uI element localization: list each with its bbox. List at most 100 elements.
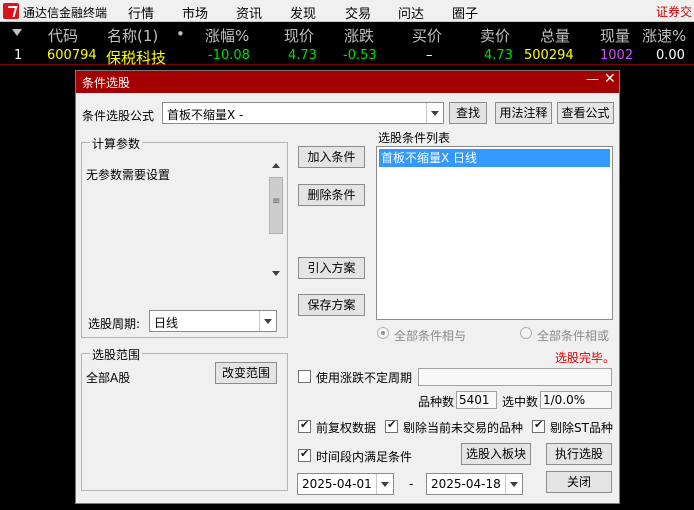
remove-st-label: 剔除ST品种 bbox=[550, 421, 613, 435]
chevron-down-icon[interactable] bbox=[426, 103, 443, 123]
menu-zixun[interactable]: 资讯 bbox=[236, 3, 262, 22]
chevron-down-icon[interactable] bbox=[259, 311, 276, 331]
date-to-value: 2025-04-18 bbox=[431, 477, 501, 491]
col-cur-volume[interactable]: 现量 bbox=[600, 25, 630, 46]
condition-list[interactable]: 首板不缩量X 日线 bbox=[376, 146, 613, 320]
period-select[interactable]: 日线 bbox=[149, 310, 277, 332]
use-period-label: 使用涨跌不定周期 bbox=[316, 371, 413, 385]
menu-shichang[interactable]: 市场 bbox=[182, 3, 208, 22]
radio-or[interactable] bbox=[520, 327, 532, 339]
formula-select[interactable]: 首板不缩量X - bbox=[162, 102, 444, 124]
app-logo-icon bbox=[3, 3, 19, 19]
execute-screening-button[interactable]: 执行选股 bbox=[546, 443, 612, 465]
params-text: 无参数需要设置 bbox=[86, 168, 171, 182]
condition-list-label: 选股条件列表 bbox=[378, 131, 451, 145]
menu-jiaoyi[interactable]: 交易 bbox=[345, 3, 371, 22]
menu-securities-trading[interactable]: 证券交 bbox=[656, 3, 692, 20]
radio-and[interactable] bbox=[377, 327, 389, 339]
view-formula-button[interactable]: 查看公式 bbox=[557, 102, 614, 124]
col-price[interactable]: 现价 bbox=[284, 25, 314, 46]
status-text: 选股完毕。 bbox=[555, 351, 616, 365]
remove-untraded-checkbox[interactable] bbox=[385, 418, 398, 433]
col-change[interactable]: 涨跌 bbox=[344, 25, 374, 46]
scroll-up-icon[interactable] bbox=[272, 163, 280, 168]
row-price: 4.73 bbox=[288, 48, 317, 63]
col-name[interactable]: 名称(1) bbox=[107, 25, 158, 46]
formula-label: 条件选股公式 bbox=[82, 109, 155, 123]
time-range-label: 时间段内满足条件 bbox=[316, 450, 413, 464]
stock-screener-dialog: 条件选股 — ✕ 条件选股公式 首板不缩量X - 查找 用法注释 查看公式 计算… bbox=[75, 70, 620, 504]
chevron-down-icon[interactable] bbox=[505, 474, 522, 494]
list-item[interactable]: 首板不缩量X 日线 bbox=[379, 149, 610, 167]
params-scrollbar[interactable] bbox=[268, 157, 284, 282]
params-group: 计算参数 无参数需要设置 选股周期: 日线 bbox=[81, 135, 288, 338]
menu-bar: 通达信金融终端 行情 市场 资讯 发现 交易 问达 圈子 证券交 bbox=[0, 0, 694, 22]
scrollbar-thumb[interactable] bbox=[269, 177, 283, 234]
row-bid: – bbox=[426, 48, 433, 63]
row-index: 1 bbox=[14, 48, 23, 63]
column-menu-arrow-icon[interactable] bbox=[12, 29, 22, 36]
scope-value: 全部A股 bbox=[86, 371, 131, 385]
col-code[interactable]: 代码 bbox=[48, 25, 78, 46]
import-scheme-button[interactable]: 引入方案 bbox=[298, 257, 365, 279]
chevron-down-icon[interactable] bbox=[376, 474, 393, 494]
find-button[interactable]: 查找 bbox=[449, 102, 487, 124]
delete-condition-button[interactable]: 删除条件 bbox=[298, 184, 365, 206]
col-change-pct[interactable]: 涨幅% bbox=[205, 25, 249, 46]
row-volume: 500294 bbox=[524, 48, 574, 63]
usage-notes-button[interactable]: 用法注释 bbox=[495, 102, 552, 124]
stock-count-value: 5401 bbox=[456, 391, 497, 409]
col-ask[interactable]: 卖价 bbox=[480, 25, 510, 46]
row-ask: 4.73 bbox=[484, 48, 513, 63]
scroll-down-icon[interactable] bbox=[272, 271, 280, 276]
quote-table-header: 代码 名称(1) • 涨幅% 现价 涨跌 买价 卖价 总量 现量 涨速% bbox=[0, 22, 694, 46]
row-cur-volume: 1002 bbox=[600, 48, 634, 63]
pre-adjust-label: 前复权数据 bbox=[316, 421, 377, 435]
params-group-title: 计算参数 bbox=[90, 135, 143, 152]
app-title: 通达信金融终端 bbox=[23, 6, 108, 20]
close-icon[interactable]: ✕ bbox=[604, 71, 616, 87]
row-code: 600794 bbox=[47, 48, 97, 63]
dialog-title: 条件选股 bbox=[82, 76, 131, 90]
date-from-picker[interactable]: 2025-04-01 bbox=[297, 473, 394, 495]
menu-hangqing[interactable]: 行情 bbox=[128, 3, 154, 22]
period-input[interactable] bbox=[418, 368, 612, 386]
formula-select-value: 首板不缩量X - bbox=[167, 108, 244, 122]
row-change-pct: -10.08 bbox=[208, 48, 250, 63]
menu-wenda[interactable]: 问达 bbox=[398, 3, 424, 22]
scope-group: 选股范围 全部A股 改变范围 bbox=[81, 346, 288, 491]
table-row[interactable]: 1 600794 保税科技 -10.08 4.73 -0.53 – 4.73 5… bbox=[0, 44, 694, 67]
minimize-icon[interactable]: — bbox=[586, 72, 599, 87]
close-button[interactable]: 关闭 bbox=[546, 471, 612, 493]
date-separator: - bbox=[409, 477, 414, 491]
dialog-title-bar[interactable]: 条件选股 — ✕ bbox=[76, 71, 619, 93]
row-name: 保税科技 bbox=[106, 49, 167, 67]
selected-count-label: 选中数 bbox=[502, 395, 539, 409]
stock-count-label: 品种数 bbox=[418, 395, 455, 409]
scope-group-title: 选股范围 bbox=[90, 346, 143, 363]
selected-count-value: 1/0.0% bbox=[540, 391, 612, 409]
col-bid[interactable]: 买价 bbox=[412, 25, 442, 46]
to-block-button[interactable]: 选股入板块 bbox=[461, 443, 531, 465]
radio-or-label: 全部条件相或 bbox=[537, 329, 610, 343]
use-period-checkbox[interactable] bbox=[298, 370, 311, 383]
add-condition-button[interactable]: 加入条件 bbox=[298, 146, 365, 168]
time-range-checkbox[interactable] bbox=[298, 447, 311, 462]
row-speed: 0.00 bbox=[656, 48, 685, 63]
col-dot[interactable]: • bbox=[176, 25, 185, 43]
col-volume[interactable]: 总量 bbox=[540, 25, 570, 46]
date-from-value: 2025-04-01 bbox=[302, 477, 372, 491]
menu-quanzi[interactable]: 圈子 bbox=[452, 3, 478, 22]
col-speed[interactable]: 涨速% bbox=[642, 25, 686, 46]
radio-and-label: 全部条件相与 bbox=[394, 329, 467, 343]
save-scheme-button[interactable]: 保存方案 bbox=[298, 294, 365, 316]
change-scope-button[interactable]: 改变范围 bbox=[215, 362, 277, 384]
date-to-picker[interactable]: 2025-04-18 bbox=[426, 473, 523, 495]
remove-st-checkbox[interactable] bbox=[532, 418, 545, 433]
pre-adjust-checkbox[interactable] bbox=[298, 418, 311, 433]
remove-untraded-label: 剔除当前未交易的品种 bbox=[403, 421, 524, 435]
menu-faxian[interactable]: 发现 bbox=[290, 3, 316, 22]
row-change: -0.53 bbox=[343, 48, 377, 63]
period-select-value: 日线 bbox=[154, 316, 179, 330]
period-label: 选股周期: bbox=[88, 317, 141, 331]
